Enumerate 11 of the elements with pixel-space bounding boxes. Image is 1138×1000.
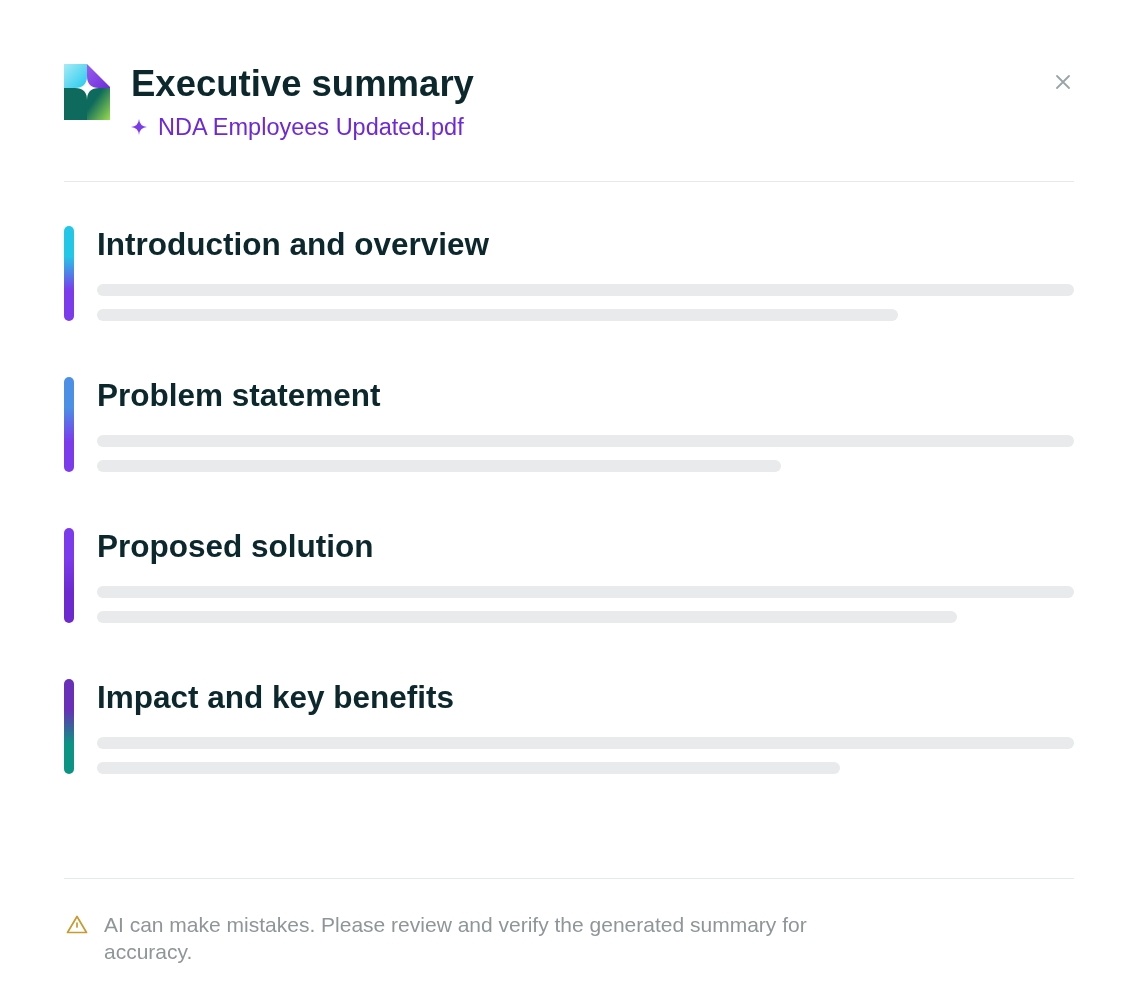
warning-icon	[66, 915, 88, 934]
dialog-title: Executive summary	[131, 62, 474, 106]
document-sparkle-logo-icon	[64, 64, 110, 120]
section-heading: Proposed solution	[97, 528, 375, 564]
section-heading: Introduction and overview	[97, 226, 491, 262]
disclaimer-text: AI can make mistakes. Please review and verify the generated summary for accuracy.	[104, 912, 808, 965]
file-link[interactable]: NDA Employees Updated.pdf	[158, 113, 464, 141]
section-heading: Impact and key benefits	[97, 679, 456, 715]
close-icon	[1056, 75, 1070, 89]
sparkle-icon	[131, 119, 147, 135]
section-heading: Problem statement	[97, 377, 382, 413]
